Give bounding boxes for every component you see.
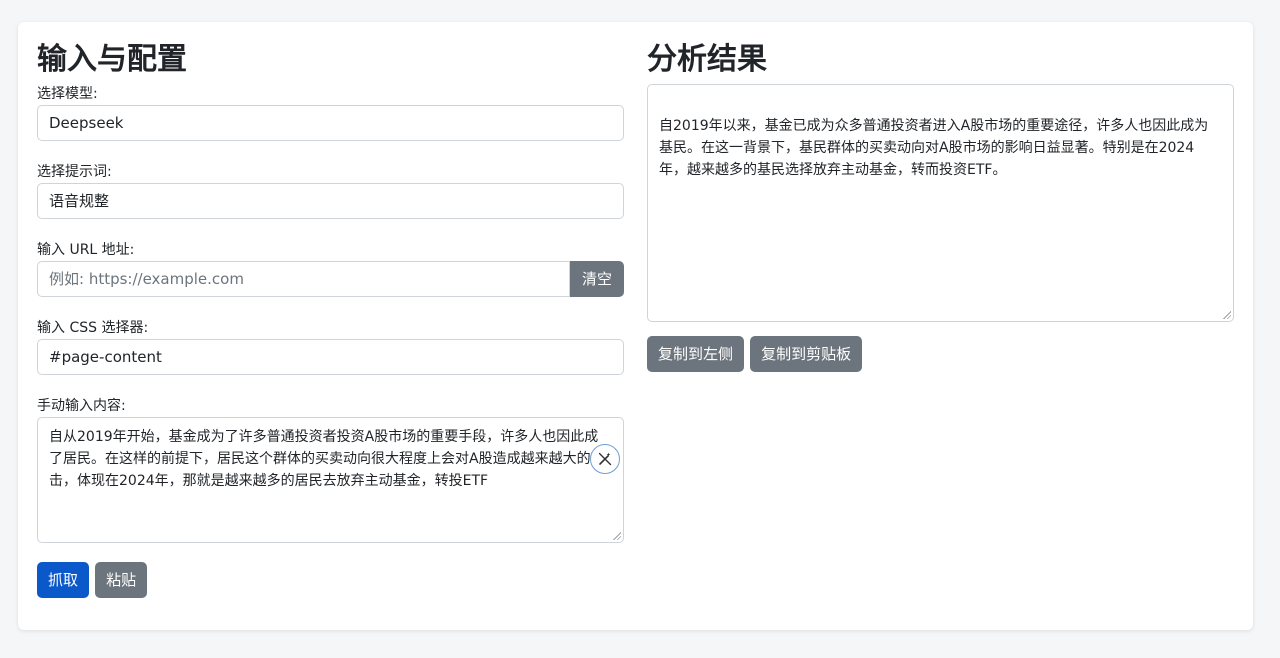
analysis-result-title: 分析结果 (647, 42, 767, 77)
resize-handle[interactable] (1223, 311, 1231, 319)
css-selector-input[interactable]: #page-content (37, 339, 624, 375)
model-select[interactable]: Deepseek (37, 105, 624, 141)
result-textarea[interactable]: 自2019年以来，基金已成为众多普通投资者进入A股市场的重要途径，许多人也因此成… (647, 84, 1234, 322)
clear-button[interactable]: 清空 (570, 261, 624, 297)
manual-input-text: 自从2019年开始，基金成为了许多普通投资者投资A股市场的重要手段，许多人也因此… (49, 429, 605, 489)
model-group: 选择模型: Deepseek (37, 84, 624, 141)
magic-wand-icon[interactable] (590, 444, 620, 474)
css-selector-group: 输入 CSS 选择器: #page-content (37, 318, 624, 375)
fetch-button[interactable]: 抓取 (37, 562, 90, 598)
manual-input-group: 手动输入内容: 自从2019年开始，基金成为了许多普通投资者投资A股市场的重要手… (37, 396, 624, 543)
url-group: 输入 URL 地址: 例如: https://example.com 清空 (37, 240, 624, 297)
analysis-result-panel: 分析结果 自2019年以来，基金已成为众多普通投资者进入A股市场的重要途径，许多… (647, 40, 1234, 372)
result-text: 自2019年以来，基金已成为众多普通投资者进入A股市场的重要途径，许多人也因此成… (659, 118, 1209, 178)
resize-handle[interactable] (613, 532, 621, 540)
action-buttons: 抓取 粘贴 (37, 562, 624, 598)
copy-to-clipboard-button[interactable]: 复制到剪贴板 (750, 336, 863, 372)
css-selector-label: 输入 CSS 选择器: (37, 320, 149, 336)
result-buttons: 复制到左侧 复制到剪贴板 (647, 336, 1234, 372)
manual-input-label: 手动输入内容: (37, 398, 126, 414)
prompt-label: 选择提示词: (37, 164, 112, 180)
main-card: 输入与配置 选择模型: Deepseek 选择提示词: 语音规整 输入 URL … (18, 22, 1253, 630)
copy-to-left-button[interactable]: 复制到左侧 (647, 336, 745, 372)
paste-button[interactable]: 粘贴 (95, 562, 148, 598)
prompt-select[interactable]: 语音规整 (37, 183, 624, 219)
url-label: 输入 URL 地址: (37, 242, 135, 258)
prompt-group: 选择提示词: 语音规整 (37, 162, 624, 219)
url-input[interactable]: 例如: https://example.com (37, 261, 570, 297)
input-config-title: 输入与配置 (37, 42, 187, 77)
input-config-panel: 输入与配置 选择模型: Deepseek 选择提示词: 语音规整 输入 URL … (37, 40, 624, 598)
manual-input-textarea[interactable]: 自从2019年开始，基金成为了许多普通投资者投资A股市场的重要手段，许多人也因此… (37, 417, 624, 543)
url-input-group: 例如: https://example.com 清空 (37, 261, 624, 297)
model-label: 选择模型: (37, 86, 98, 102)
